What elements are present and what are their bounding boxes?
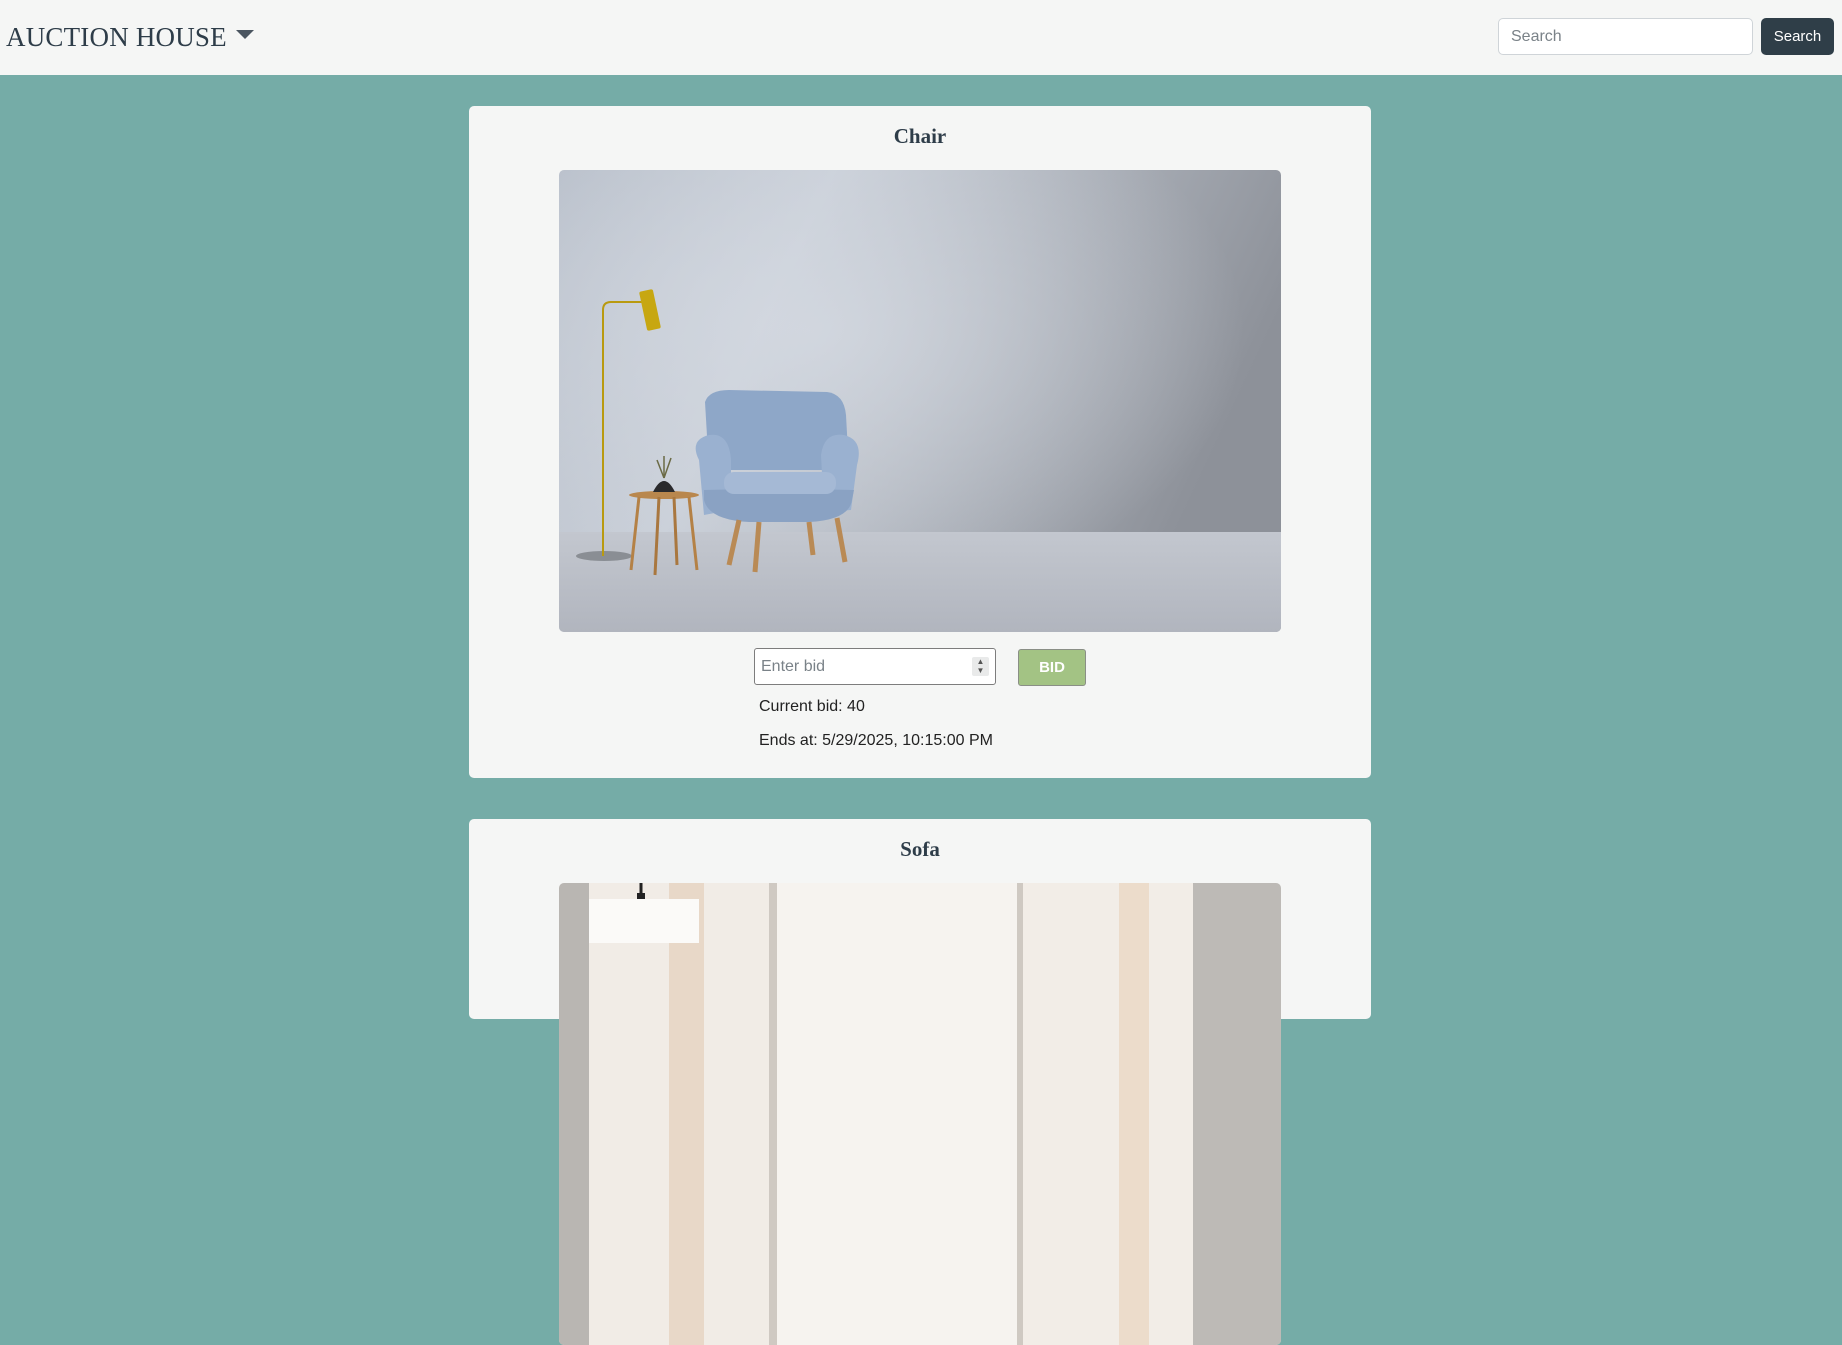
- stepper-icon[interactable]: ▲ ▼: [972, 657, 989, 676]
- auction-card: Chair Enter bid ▲ ▼ BID Current bid: 40 …: [469, 106, 1371, 778]
- item-title: Sofa: [900, 837, 940, 861]
- navbar: AUCTION HOUSE Search: [0, 0, 1842, 75]
- auction-card: Sofa: [469, 819, 1371, 1345]
- brand-title[interactable]: AUCTION HOUSE: [6, 19, 227, 55]
- search-button[interactable]: Search: [1761, 18, 1834, 55]
- item-title: Chair: [893, 124, 947, 148]
- end-time: Ends at: 5/29/2025, 10:15:00 PM: [759, 732, 993, 749]
- chevron-down-icon[interactable]: [236, 30, 254, 39]
- search-input[interactable]: [1498, 18, 1753, 55]
- bid-input[interactable]: [754, 648, 996, 685]
- current-bid: Current bid: 40: [759, 698, 865, 715]
- item-image-chair: [559, 170, 1281, 632]
- bid-button[interactable]: BID: [1018, 649, 1086, 686]
- item-image-sofa: [559, 883, 1281, 1345]
